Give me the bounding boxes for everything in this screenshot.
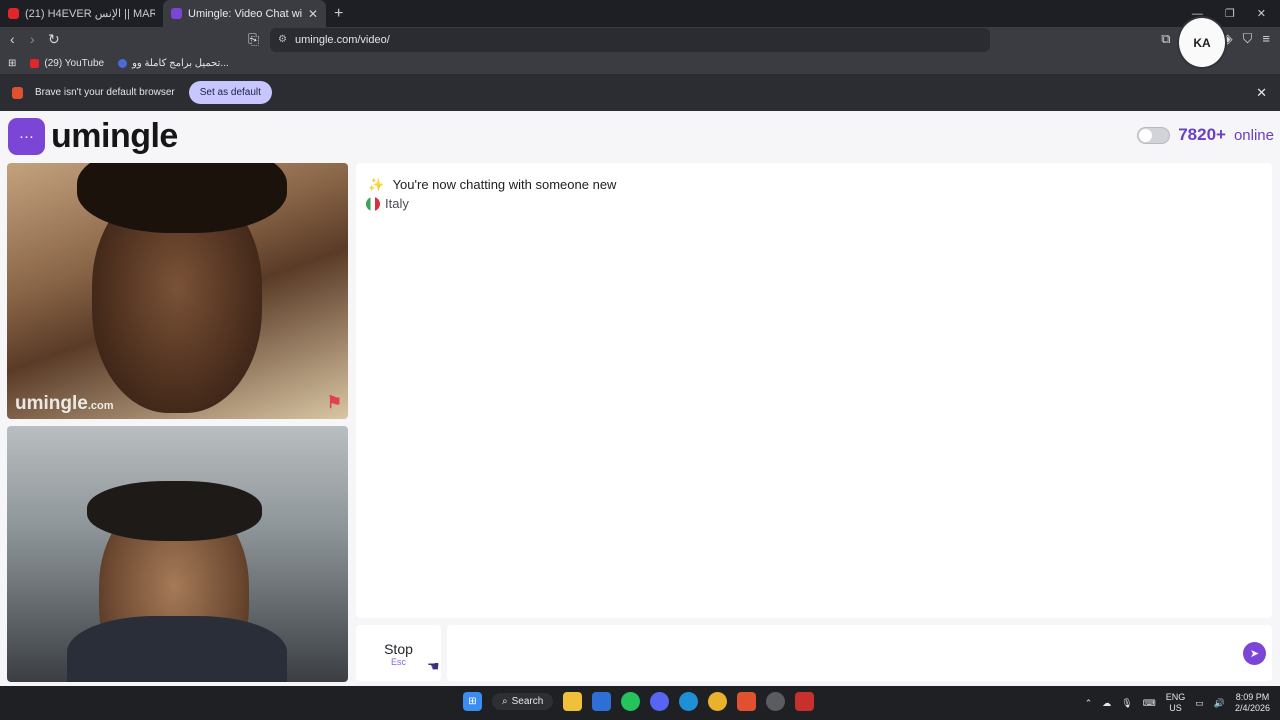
new-tab-icon[interactable]: + bbox=[334, 5, 343, 23]
network-icon[interactable]: ▭ bbox=[1195, 698, 1204, 709]
tab-youtube[interactable]: (21) H4EVER الإنس || MARSAM مرسم bbox=[0, 0, 163, 27]
tab-umingle[interactable]: Umingle: Video Chat with Stra ✕ bbox=[163, 0, 326, 27]
youtube-icon bbox=[30, 59, 40, 68]
italy-flag-icon bbox=[366, 196, 380, 211]
stop-label: Stop bbox=[384, 641, 413, 657]
default-browser-infobar: Brave isn't your default browser Set as … bbox=[0, 74, 1280, 111]
close-tab-icon[interactable]: ✕ bbox=[308, 7, 318, 21]
message-box: ➤ bbox=[447, 625, 1272, 681]
umingle-favicon-icon bbox=[171, 8, 182, 19]
system-message: ✨ You're now chatting with someone new bbox=[368, 177, 616, 193]
brand-logo[interactable]: ··· umingle bbox=[8, 117, 178, 156]
bookmark-icon[interactable]: ⎘ bbox=[248, 31, 259, 48]
bookmarks-bar: ⊞ (29) YouTube تحميل برامج كاملة وو... bbox=[0, 53, 1280, 74]
overlay-logo-badge: KA bbox=[1177, 16, 1227, 69]
infobar-message: Brave isn't your default browser bbox=[35, 87, 175, 98]
search-label: Search bbox=[511, 696, 544, 707]
tab-title: Umingle: Video Chat with Stra bbox=[188, 7, 302, 20]
bookmark-youtube[interactable]: (29) YouTube bbox=[30, 58, 104, 69]
volume-icon[interactable]: 🔊 bbox=[1214, 698, 1225, 709]
brand-name: umingle bbox=[51, 117, 178, 155]
umingle-watermark: umingle.com bbox=[15, 393, 114, 415]
reload-icon[interactable]: ↻ bbox=[48, 31, 60, 48]
lang-code: ENG bbox=[1165, 692, 1186, 702]
system-message-text: You're now chatting with someone new bbox=[392, 177, 617, 192]
clock-time: 8:09 PM bbox=[1235, 692, 1270, 702]
address-bar[interactable]: ⚙ umingle.com/video/ bbox=[270, 28, 990, 52]
keyboard-icon[interactable]: ⌨ bbox=[1143, 698, 1156, 709]
chat-bubble-icon: ··· bbox=[8, 118, 45, 155]
clock-date: 2/4/2026 bbox=[1234, 703, 1270, 713]
windows-taskbar: ⊞ ⌕ Search ⌃ ☁ 🎙 ⌨ ENG US ▭ 🔊 8:09 PM 2/… bbox=[0, 686, 1280, 720]
brave-lion-icon bbox=[12, 86, 23, 99]
youtube-icon bbox=[8, 8, 19, 19]
search-icon: ⌕ bbox=[502, 696, 508, 707]
remote-video: umingle.com ⚑ bbox=[7, 163, 348, 419]
whatsapp-icon[interactable] bbox=[621, 692, 641, 711]
country-name: Italy bbox=[385, 196, 409, 211]
watermark-suffix: .com bbox=[87, 400, 114, 412]
chevron-up-icon[interactable]: ⌃ bbox=[1085, 698, 1093, 709]
bookmark-downloads[interactable]: تحميل برامج كاملة وو... bbox=[118, 58, 229, 69]
watermark-text: umingle bbox=[15, 393, 88, 414]
url-text: umingle.com/video/ bbox=[295, 34, 390, 46]
report-flag-icon[interactable]: ⚑ bbox=[327, 393, 342, 413]
cloud-icon[interactable]: ☁ bbox=[1102, 698, 1111, 709]
settings-app-icon[interactable] bbox=[766, 692, 786, 711]
shield-icon[interactable]: ⛉ bbox=[1243, 31, 1253, 47]
windows-start-icon[interactable]: ⊞ bbox=[463, 692, 482, 711]
theme-toggle[interactable] bbox=[1137, 126, 1171, 144]
menu-icon[interactable]: ≡ bbox=[1262, 31, 1270, 47]
set-default-button[interactable]: Set as default bbox=[188, 81, 272, 104]
site-info-icon[interactable]: ⚙ bbox=[278, 28, 287, 52]
badge-text: KA bbox=[1193, 35, 1211, 50]
forward-icon[interactable]: › bbox=[30, 31, 35, 47]
online-indicator: 7820+ online bbox=[1137, 125, 1274, 145]
maximize-icon[interactable]: ❐ bbox=[1225, 7, 1235, 20]
region-code: US bbox=[1169, 703, 1182, 713]
navigation-bar: ‹ › ↻ ⎘ ⚙ umingle.com/video/ ⧉ ▭ ♫ ◈ ⛉ ≡ bbox=[0, 27, 1280, 53]
partner-country: Italy bbox=[366, 196, 409, 211]
local-shirt bbox=[67, 616, 287, 682]
back-icon[interactable]: ‹ bbox=[10, 31, 15, 47]
mail-icon[interactable] bbox=[592, 692, 612, 711]
clock[interactable]: 8:09 PM 2/4/2026 bbox=[1235, 692, 1270, 714]
send-icon[interactable]: ➤ bbox=[1243, 642, 1266, 665]
taskbar-search[interactable]: ⌕ Search bbox=[492, 693, 554, 710]
local-video bbox=[7, 426, 348, 682]
bookmark-label: تحميل برامج كاملة وو... bbox=[132, 58, 229, 69]
toggle-knob bbox=[1139, 128, 1153, 142]
file-explorer-icon[interactable] bbox=[563, 692, 583, 711]
taskbar-apps: ⊞ ⌕ Search bbox=[463, 692, 815, 711]
apps-grid-icon[interactable]: ⊞ bbox=[8, 58, 16, 69]
remote-hair bbox=[77, 163, 287, 233]
discord-icon[interactable] bbox=[650, 692, 670, 711]
mouse-cursor-icon: ☚ bbox=[427, 658, 440, 674]
edge-icon[interactable] bbox=[679, 692, 699, 711]
close-window-icon[interactable]: ✕ bbox=[1257, 7, 1266, 20]
close-infobar-icon[interactable]: ✕ bbox=[1256, 85, 1267, 101]
extensions-icon[interactable]: ⧉ bbox=[1161, 31, 1170, 47]
chat-panel: ✨ You're now chatting with someone new I… bbox=[356, 163, 1272, 618]
local-hair bbox=[87, 481, 262, 541]
umingle-page: ··· umingle 7820+ online umingle.com ⚑ ✨… bbox=[0, 111, 1280, 686]
chrome-icon[interactable] bbox=[708, 692, 728, 711]
system-tray: ⌃ ☁ 🎙 ⌨ ENG US ▭ 🔊 8:09 PM 2/4/2026 bbox=[1085, 692, 1270, 714]
message-input[interactable] bbox=[457, 633, 1237, 673]
brave-icon[interactable] bbox=[737, 692, 757, 711]
game-app-icon[interactable] bbox=[795, 692, 815, 711]
tab-title: (21) H4EVER الإنس || MARSAM مرسم bbox=[25, 8, 155, 20]
language-indicator[interactable]: ENG US bbox=[1166, 692, 1186, 714]
tab-strip: (21) H4EVER الإنس || MARSAM مرسم Umingle… bbox=[0, 0, 1280, 27]
microphone-icon[interactable]: 🎙 bbox=[1121, 698, 1132, 709]
globe-icon bbox=[118, 59, 128, 68]
online-label: online bbox=[1233, 126, 1274, 144]
sparkles-icon: ✨ bbox=[368, 177, 385, 192]
online-count: 7820+ bbox=[1178, 125, 1226, 144]
bookmark-label: (29) YouTube bbox=[44, 58, 105, 69]
